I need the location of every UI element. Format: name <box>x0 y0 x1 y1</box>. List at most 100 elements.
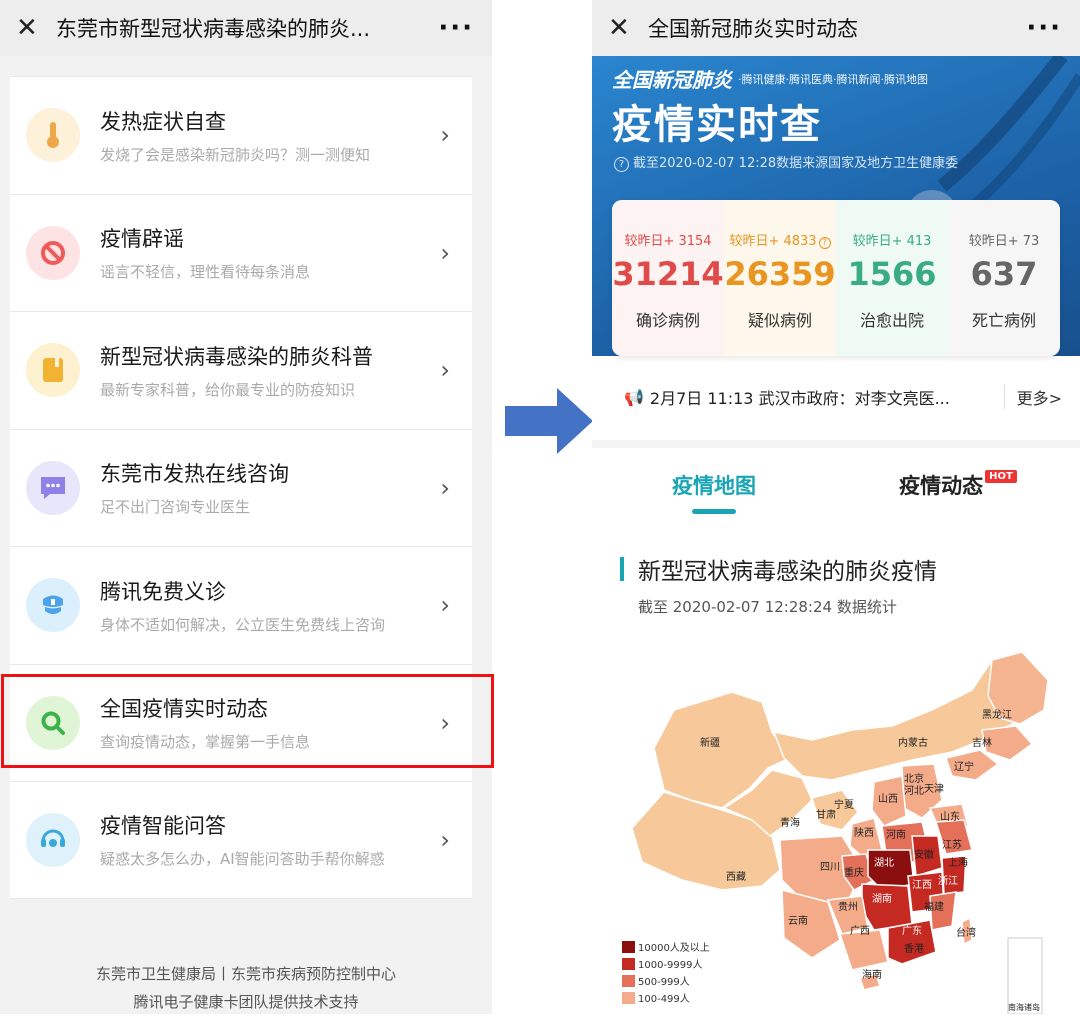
more-news-link[interactable]: 更多> <box>1003 385 1062 409</box>
menu-item-realtime-status[interactable]: 全国疫情实时动态 查询疫情动态，掌握第一手信息 › <box>10 663 472 782</box>
stat-label: 确诊病例 <box>635 311 700 330</box>
stat-value: 637 <box>970 255 1038 293</box>
legend-item: 500-999人 <box>622 972 710 989</box>
map-label: 香港 <box>904 943 924 955</box>
stat-value: 26359 <box>724 255 836 293</box>
map-label: 山西 <box>878 793 898 805</box>
map-label: 湖北 <box>874 857 894 869</box>
legend-swatch <box>622 974 635 987</box>
info-icon: ? <box>614 157 629 172</box>
legend-item: 10000人及以上 <box>622 938 710 955</box>
map-label: 甘肃 <box>816 808 836 821</box>
menu-item-title: 东莞市发热在线咨询 <box>100 462 289 487</box>
banner-date-text: 截至2020-02-07 12:28数据来源国家及地方卫生健康委 <box>633 156 959 171</box>
chevron-right-icon: › <box>440 473 450 502</box>
chevron-right-icon: › <box>440 708 450 737</box>
banner-logos: 全国新冠肺炎 ·腾讯健康·腾讯医典·腾讯新闻·腾讯地图 <box>612 64 1070 93</box>
banner-title: 疫情实时查 <box>612 102 822 148</box>
stat-delta: 较昨日+ 3154 <box>624 234 712 249</box>
map-label: 天津 <box>924 783 944 795</box>
map-label: 内蒙古 <box>898 736 928 749</box>
stat-label: 疑似病例 <box>747 311 812 330</box>
stat-value: 31214 <box>612 255 724 293</box>
chevron-right-icon: › <box>440 591 450 620</box>
map-label: 青海 <box>780 816 800 829</box>
map-label: 广东 <box>902 924 922 937</box>
stat-label: 死亡病例 <box>971 311 1036 330</box>
map-label: 北京 <box>904 772 924 785</box>
tab-epidemic-map[interactable]: 疫情地图 <box>592 448 836 516</box>
menu-item-rumor[interactable]: 疫情辟谣 谣言不轻信，理性看待每条消息 › <box>10 193 472 312</box>
section-title: 新型冠状病毒感染的肺炎疫情 <box>620 552 937 586</box>
footer-line-2: 腾讯电子健康卡团队提供技术支持 <box>133 993 359 1011</box>
menu-item-subtitle: 谣言不轻信，理性看待每条消息 <box>100 263 311 282</box>
news-ticker[interactable]: 📢 2月7日 11:13 武汉市政府：对李文亮医... 更多> <box>592 374 1080 420</box>
map-label: 吉林 <box>972 736 992 749</box>
legend-swatch <box>622 991 635 1004</box>
more-menu-icon[interactable]: ··· <box>1026 13 1062 43</box>
menu-item-subtitle: 身体不适如何解决，公立医生免费线上咨询 <box>100 615 386 634</box>
megaphone-icon: 📢 <box>624 387 644 407</box>
map-label: 广西 <box>850 925 870 937</box>
stat-confirmed: 较昨日+ 3154 31214 确诊病例 <box>612 200 724 356</box>
chevron-right-icon: › <box>440 238 450 267</box>
map-label: 辽宁 <box>954 760 974 773</box>
stat-deaths: 较昨日+ 73 637 死亡病例 <box>948 200 1060 356</box>
map-label: 河北 <box>904 785 924 797</box>
menu-item-title: 发热症状自查 <box>100 109 226 134</box>
map-label: 陕西 <box>854 826 874 839</box>
search-icon <box>26 695 80 750</box>
stat-delta: 较昨日+ 4833? <box>724 230 836 249</box>
stats-card: 较昨日+ 3154 31214 确诊病例 较昨日+ 4833? 26359 疑似… <box>612 200 1060 356</box>
legend-item: 100-499人 <box>622 989 710 1006</box>
map-label: 福建 <box>924 900 944 913</box>
map-label: 四川 <box>820 862 840 873</box>
map-label: 海南 <box>862 968 882 981</box>
left-footer: 东莞市卫生健康局丨东莞市疾病预防控制中心 腾讯电子健康卡团队提供技术支持 <box>0 960 492 1016</box>
tab-epidemic-news[interactable]: 疫情动态 HOT <box>836 448 1080 516</box>
map-label: 台湾 <box>956 926 976 939</box>
news-text[interactable]: 2月7日 11:13 武汉市政府：对李文亮医... <box>650 385 1004 409</box>
right-arrow-icon <box>505 388 593 454</box>
right-page-title: 全国新冠肺炎实时动态 <box>648 17 858 41</box>
map-label: 云南 <box>788 914 808 927</box>
footer-line-1: 东莞市卫生健康局丨东莞市疾病预防控制中心 <box>95 965 396 983</box>
thermometer-icon <box>26 108 80 163</box>
left-panel: ✕ 东莞市新型冠状病毒感染的肺炎... ··· 发热症状自查 发烧了会是感染新冠… <box>0 0 492 1014</box>
stat-delta: 较昨日+ 413 <box>852 234 932 249</box>
chevron-right-icon: › <box>440 356 450 385</box>
menu-item-title: 腾讯免费义诊 <box>100 579 226 604</box>
close-icon[interactable]: ✕ <box>608 13 642 43</box>
menu-item-smart-qa[interactable]: 疫情智能问答 疑惑太多怎么办，AI智能问答助手帮你解惑 › <box>10 781 472 899</box>
stat-suspected: 较昨日+ 4833? 26359 疑似病例 <box>724 200 836 356</box>
map-label: 江西 <box>912 879 932 891</box>
banner-title-small: 全国新冠肺炎 <box>612 68 732 92</box>
province-hunan[interactable] <box>861 883 913 931</box>
section-bar <box>620 557 624 581</box>
more-menu-icon[interactable]: ··· <box>438 13 474 43</box>
legend-swatch <box>622 957 635 970</box>
menu-item-online-consult[interactable]: 东莞市发热在线咨询 足不出门咨询专业医生 › <box>10 428 472 547</box>
banner-date-line: ? 截至2020-02-07 12:28数据来源国家及地方卫生健康委 <box>614 152 958 172</box>
menu-item-fever-selfcheck[interactable]: 发热症状自查 发烧了会是感染新冠肺炎吗？测一测便知 › <box>10 76 472 194</box>
menu-item-science[interactable]: 新型冠状病毒感染的肺炎科普 最新专家科普，给你最专业的防疫知识 › <box>10 311 472 429</box>
left-topbar: ✕ 东莞市新型冠状病毒感染的肺炎... ··· <box>0 0 492 56</box>
menu-item-subtitle: 发烧了会是感染新冠肺炎吗？测一测便知 <box>100 145 371 164</box>
map-label: 湖南 <box>872 892 892 905</box>
menu-item-subtitle: 足不出门咨询专业医生 <box>100 498 251 517</box>
menu-item-free-clinic[interactable]: 腾讯免费义诊 身体不适如何解决，公立医生免费线上咨询 › <box>10 546 472 664</box>
map-label: 西藏 <box>726 871 746 883</box>
hot-badge: HOT <box>985 470 1017 483</box>
partner-logos: ·腾讯健康·腾讯医典·腾讯新闻·腾讯地图 <box>738 72 928 86</box>
stat-value: 1566 <box>847 255 937 293</box>
map-label: 浙江 <box>938 875 958 887</box>
section-title-text: 新型冠状病毒感染的肺炎疫情 <box>638 559 937 585</box>
stat-label: 治愈出院 <box>859 311 924 330</box>
close-icon[interactable]: ✕ <box>16 13 50 43</box>
map-label: 南海诸岛 <box>1008 1002 1040 1012</box>
chat-icon <box>26 460 80 515</box>
map-label: 山东 <box>940 810 960 823</box>
prohibited-icon <box>26 225 80 280</box>
help-icon[interactable]: ? <box>818 237 831 249</box>
menu-item-title: 全国疫情实时动态 <box>100 697 268 722</box>
